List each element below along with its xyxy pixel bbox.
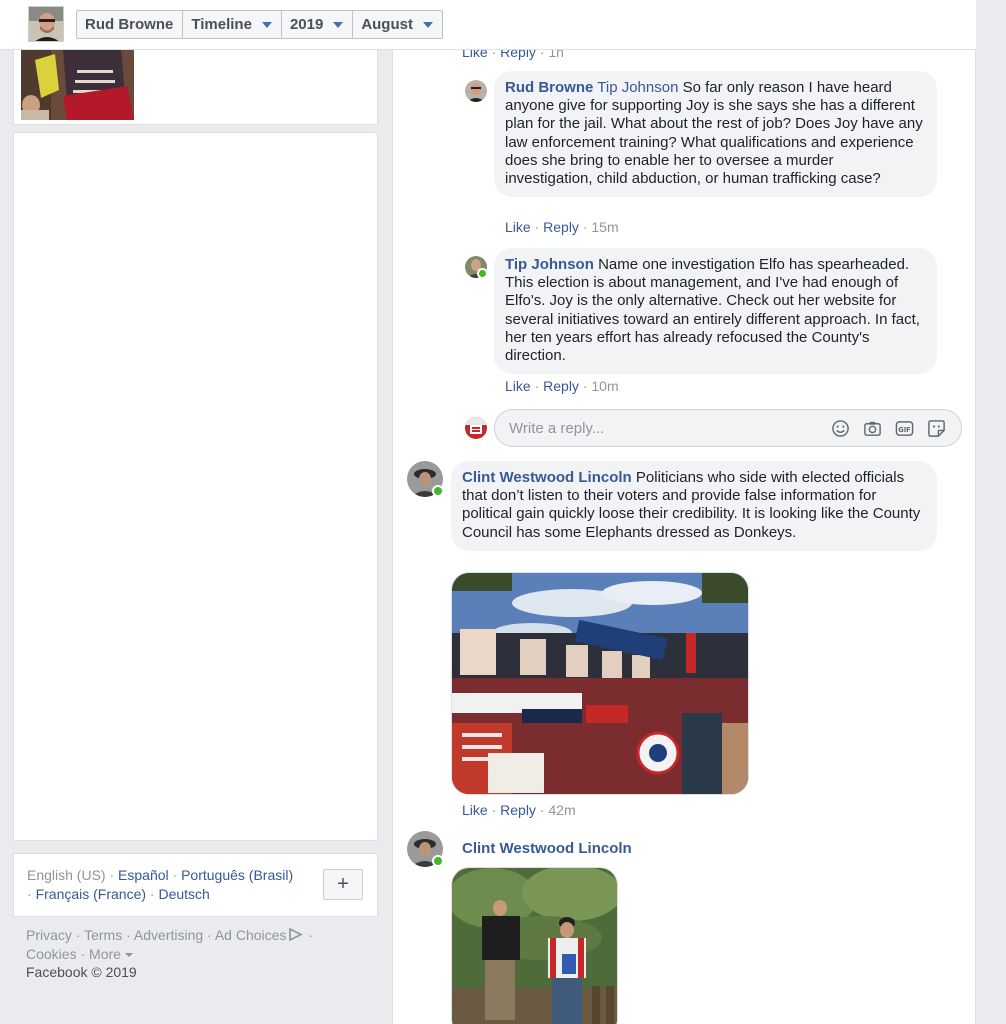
timeline-breadcrumb: Rud Browne Timeline 2019 August [76, 10, 443, 39]
svg-text:GIF: GIF [898, 426, 910, 434]
mention-link[interactable]: Tip Johnson [597, 79, 678, 96]
reply-link[interactable]: Reply [500, 50, 536, 60]
comment-actions: Like · Reply · 42m [462, 802, 576, 818]
comment-time: 15m [591, 219, 619, 235]
profile-avatar[interactable] [28, 6, 64, 42]
comment-author[interactable]: Clint Westwood Lincoln [462, 840, 632, 857]
timeline-nav-bar: Rud Browne Timeline 2019 August [0, 0, 976, 50]
like-link[interactable]: Like [462, 50, 488, 60]
comment-bubble-rud-browne: Rud Browne Tip Johnson So far only reaso… [494, 71, 937, 198]
comment-actions: Like · Reply · 10m [505, 378, 619, 394]
sticker-icon[interactable] [927, 419, 946, 438]
crumb-user[interactable]: Rud Browne [77, 11, 184, 38]
comment-author[interactable]: Rud Browne [505, 79, 593, 96]
gif-icon[interactable]: GIF [895, 419, 914, 438]
language-link-fr[interactable]: Français (France) [36, 886, 146, 902]
footer-link-terms[interactable]: Terms [84, 927, 122, 943]
more-caret-icon [124, 952, 133, 957]
chevron-down-icon [422, 21, 433, 28]
online-status-icon [432, 485, 444, 497]
comment-time: 1h [548, 50, 564, 60]
language-link-es[interactable]: Español [118, 867, 169, 883]
comment-time: 42m [548, 802, 576, 818]
chevron-down-icon [261, 21, 272, 28]
footer-link-cookies[interactable]: Cookies [26, 946, 77, 962]
write-reply-box: GIF [494, 409, 962, 447]
comment-time: 10m [591, 378, 619, 394]
crumb-user-label: Rud Browne [85, 16, 174, 33]
page-footer: Privacy · Terms · Advertising · Ad Choic… [26, 927, 313, 980]
language-link-de[interactable]: Deutsch [158, 886, 209, 902]
comment-bubble-tip-johnson: Tip Johnson Name one investigation Elfo … [494, 248, 937, 375]
camera-icon[interactable] [863, 419, 882, 438]
comment-author[interactable]: Tip Johnson [505, 256, 594, 273]
like-link[interactable]: Like [505, 378, 531, 394]
ad-choices-icon [289, 927, 304, 942]
comment-actions: Like · Reply · 15m [505, 219, 619, 235]
footer-link-more[interactable]: More [89, 946, 121, 962]
comment-bubble-clint-westwood-lincoln: Clint Westwood Lincoln Politicians who s… [451, 461, 937, 551]
comments-feed: Like · Reply · 1h Rud Browne Tip Johnson… [392, 50, 976, 1024]
crumb-year-dropdown[interactable]: 2019 [282, 11, 354, 38]
online-status-icon [432, 855, 444, 867]
like-link[interactable]: Like [505, 219, 531, 235]
footer-copyright: Facebook © 2019 [26, 964, 137, 980]
crumb-timeline-dropdown[interactable]: Timeline [183, 11, 282, 38]
crumb-month-dropdown[interactable]: August [353, 11, 442, 38]
add-language-button[interactable]: + [323, 869, 363, 900]
reply-link[interactable]: Reply [500, 802, 536, 818]
comment-actions-top: Like · Reply · 1h [462, 50, 564, 60]
comment-author-line: Clint Westwood Lincoln [462, 840, 632, 857]
language-selector-card: English (US) · Español · Português (Bras… [13, 853, 378, 917]
crumb-year-label: 2019 [289, 16, 324, 33]
footer-link-ad-choices[interactable]: Ad Choices [215, 927, 287, 943]
footer-link-advertising[interactable]: Advertising [134, 927, 203, 943]
rud-browne-avatar[interactable] [465, 80, 487, 102]
online-status-icon [477, 268, 488, 279]
chevron-down-icon [333, 21, 344, 28]
current-language: English (US) [27, 867, 106, 883]
reply-link[interactable]: Reply [543, 219, 579, 235]
language-link-pt[interactable]: Português (Brasil) [181, 867, 293, 883]
footer-link-privacy[interactable]: Privacy [26, 927, 72, 943]
republican-booth-photo[interactable] [451, 572, 749, 795]
like-link[interactable]: Like [462, 802, 488, 818]
emoji-icon[interactable] [831, 419, 850, 438]
photos-card [13, 50, 378, 125]
protest-photo-thumbnail[interactable] [21, 50, 134, 120]
crumb-timeline-label: Timeline [191, 16, 252, 33]
crumb-month-label: August [361, 16, 413, 33]
current-user-avatar [465, 417, 487, 439]
left-sidebar-card [13, 132, 378, 841]
reply-link[interactable]: Reply [543, 378, 579, 394]
comment-author[interactable]: Clint Westwood Lincoln [462, 469, 632, 486]
reply-input[interactable] [509, 410, 809, 446]
outdoor-speakers-photo[interactable] [451, 867, 618, 1024]
